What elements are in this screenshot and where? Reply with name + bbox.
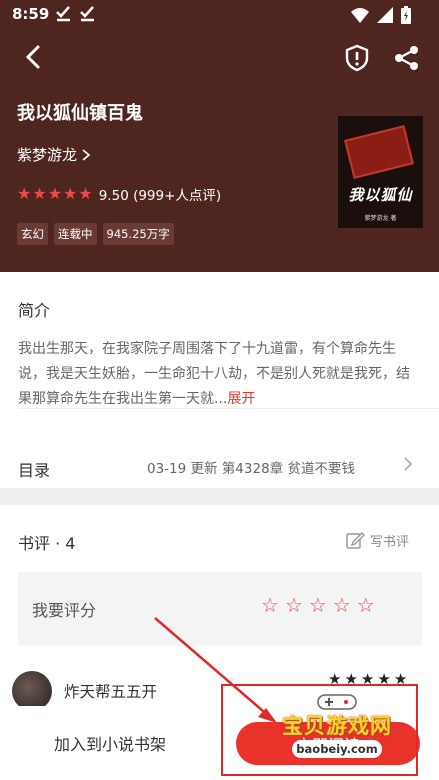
- chevron-right-icon: [82, 148, 91, 161]
- star-outline-icon[interactable]: ☆: [333, 594, 351, 616]
- intro-heading: 简介: [18, 301, 51, 320]
- rating-score: 9.50 (999+人点评): [98, 188, 222, 204]
- edit-icon: [346, 532, 365, 549]
- chevron-right-icon: [404, 457, 413, 471]
- rating-row: ★ ★ ★ ★ ★ 9.50 (999+人点评): [17, 184, 222, 205]
- catalog-update-info: 03-19 更新 第4328章 贫道不要钱: [147, 461, 355, 477]
- star-outline-icon[interactable]: ☆: [285, 594, 303, 616]
- author-name: 紫梦游龙: [17, 146, 78, 164]
- star-icon: ★: [47, 184, 63, 203]
- status-time: 8:59: [12, 5, 50, 23]
- book-title: 我以狐仙镇百鬼: [17, 103, 143, 124]
- cover-art: [344, 125, 414, 179]
- watermark: 宝贝游戏网 baobeiy.com: [262, 688, 412, 776]
- star-icon: ★: [32, 184, 47, 203]
- share-icon: [395, 46, 418, 70]
- rate-box: 我要评分 ☆ ☆ ☆ ☆ ☆: [18, 572, 422, 646]
- author-link[interactable]: 紫梦游龙: [17, 144, 91, 165]
- shield-icon: [345, 44, 369, 72]
- intro-card: 简介 我出生那天，在我家院子周围落下了十九道雷，有个算命先生说，我是天生妖胎，一…: [0, 272, 439, 488]
- download-done-icon: [78, 3, 98, 27]
- review-item: 炸天帮五五开: [12, 671, 157, 711]
- report-button[interactable]: [344, 44, 370, 72]
- star-outline-icon[interactable]: ☆: [309, 594, 327, 616]
- tag-list: 玄幻 连载中 945.25万字: [17, 223, 174, 245]
- chevron-left-icon: [25, 45, 40, 69]
- cover-title: 我以狐仙: [348, 186, 413, 204]
- expand-link[interactable]: 展开: [227, 391, 255, 407]
- rate-label: 我要评分: [32, 601, 97, 620]
- add-to-shelf-button[interactable]: 加入到小说书架: [0, 706, 220, 780]
- review-heading: 书评 · 4: [18, 534, 76, 553]
- gamepad-icon: [317, 694, 357, 710]
- intro-text: 我出生那天，在我家院子周围落下了十九道雷，有个算命先生说，我是天生妖胎，一生命犯…: [18, 337, 422, 412]
- star-icon: ★: [17, 184, 32, 203]
- cover-author: 紫梦游龙 著: [364, 215, 397, 222]
- star-icon: ★: [63, 184, 78, 203]
- battery-icon: [401, 6, 411, 28]
- tag-word-count: 945.25万字: [102, 223, 174, 245]
- write-review-label: 写书评: [370, 534, 410, 550]
- book-header: 8:59 我以狐仙镇百鬼 紫梦游龙 ★ ★ ★ ★ ★ 9.50 (999+人点…: [0, 0, 439, 272]
- tag-status: 连载中: [54, 223, 97, 245]
- back-button[interactable]: [20, 42, 48, 72]
- rating-stars: ★ ★ ★ ★ ★: [17, 186, 93, 202]
- status-bar: 8:59: [0, 0, 439, 30]
- star-icon: ★: [78, 184, 93, 203]
- catalog-row[interactable]: 目录 03-19 更新 第4328章 贫道不要钱: [0, 408, 439, 488]
- signal-icon: [377, 7, 393, 27]
- write-review-button[interactable]: 写书评: [345, 530, 409, 550]
- watermark-text: 宝贝游戏网: [282, 714, 392, 738]
- watermark-url: baobeiy.com: [292, 740, 382, 758]
- status-icons: [351, 6, 411, 28]
- catalog-label: 目录: [18, 461, 51, 480]
- tag-genre: 玄幻: [17, 223, 48, 245]
- download-done-icon: [54, 3, 74, 27]
- star-outline-icon[interactable]: ☆: [261, 594, 279, 616]
- rate-stars: ☆ ☆ ☆ ☆ ☆: [261, 594, 375, 616]
- review-username: 炸天帮五五开: [64, 683, 158, 701]
- star-outline-icon[interactable]: ☆: [357, 594, 375, 616]
- book-cover: 我以狐仙 紫梦游龙 著: [338, 116, 423, 228]
- avatar[interactable]: [12, 671, 52, 711]
- wifi-icon: [351, 7, 369, 27]
- intro-content: 我出生那天，在我家院子周围落下了十九道雷，有个算命先生说，我是天生妖胎，一生命犯…: [18, 341, 410, 407]
- share-button[interactable]: [393, 44, 421, 72]
